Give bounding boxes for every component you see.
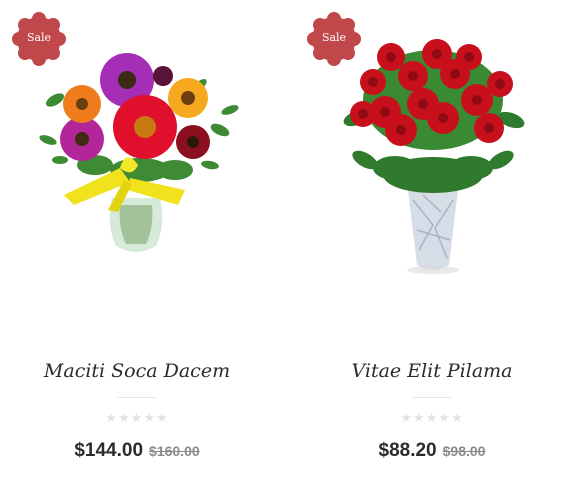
- product-title[interactable]: Maciti Soca Dacem: [0, 360, 274, 382]
- old-price: $98.00: [442, 443, 486, 459]
- price-row: $88.20 $98.00: [295, 440, 569, 462]
- star-rating: ★★★★★: [0, 411, 274, 427]
- current-price: $88.20: [378, 440, 437, 461]
- star-icon: ★: [130, 411, 144, 426]
- sale-badge-label: Sale: [321, 31, 347, 44]
- star-icon: ★: [155, 411, 169, 426]
- old-price: $160.00: [149, 443, 200, 459]
- sale-badge: Sale: [307, 12, 361, 66]
- price-row: $144.00 $160.00: [0, 440, 274, 462]
- product-image-red-roses[interactable]: Sale: [295, 0, 570, 330]
- product-title[interactable]: Vitae Elit Pilama: [295, 360, 569, 382]
- sale-badge-label: Sale: [26, 31, 52, 44]
- star-icon: ★: [413, 411, 426, 426]
- product-card: Sale Maciti Soca Dacem ★★★★★ $144.00 $160…: [0, 0, 285, 495]
- star-icon: ★: [400, 411, 414, 426]
- sale-badge: Sale: [12, 12, 66, 66]
- product-card: Sale Vitae Elit Pilama ★★★★★ $88.20 $98.0…: [295, 0, 570, 495]
- star-icon: ★: [118, 411, 131, 426]
- star-rating: ★★★★★: [295, 411, 569, 427]
- current-price: $144.00: [74, 440, 144, 461]
- star-icon: ★: [105, 411, 119, 426]
- product-image-gerbera-bouquet[interactable]: Sale: [0, 0, 285, 330]
- star-icon: ★: [143, 411, 156, 426]
- title-divider: [118, 397, 156, 398]
- title-divider: [413, 397, 451, 398]
- star-icon: ★: [450, 411, 464, 426]
- star-icon: ★: [425, 411, 439, 426]
- star-icon: ★: [438, 411, 451, 426]
